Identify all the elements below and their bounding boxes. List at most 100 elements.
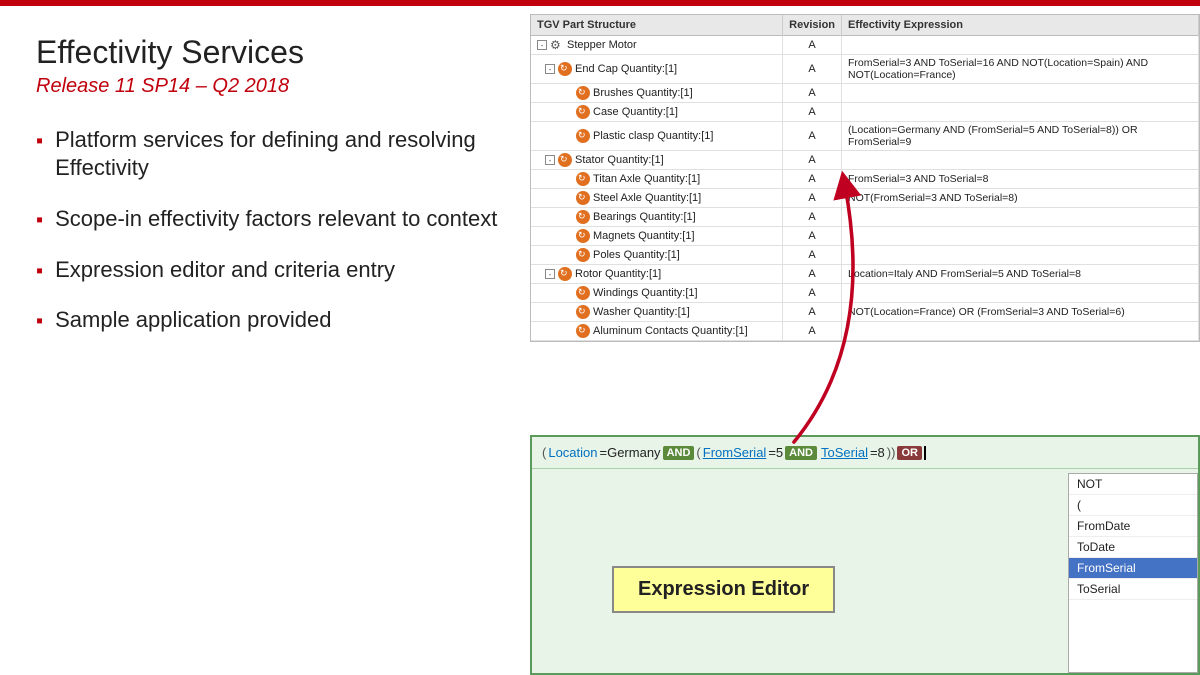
component-icon — [576, 248, 590, 262]
token-paren-open: ( — [542, 445, 546, 460]
revision-cell: A — [783, 189, 842, 208]
expression-cell — [842, 208, 1199, 227]
row-name-label: End Cap Quantity:[1] — [575, 63, 677, 75]
row-name-label: Brushes Quantity:[1] — [593, 87, 693, 99]
revision-cell: A — [783, 122, 842, 151]
revision-cell: A — [783, 36, 842, 55]
component-icon — [558, 153, 572, 167]
slide-title: Effectivity Services — [36, 34, 500, 71]
token-or: OR — [897, 446, 922, 460]
token-and-1: AND — [663, 446, 695, 460]
gear-icon: ⚙ — [550, 38, 564, 52]
expand-icon[interactable]: - — [545, 64, 555, 74]
expand-icon[interactable]: - — [545, 155, 555, 165]
table-row: Aluminum Contacts Quantity:[1]A — [531, 322, 1199, 341]
row-name-label: Rotor Quantity:[1] — [575, 268, 661, 280]
table-row: Poles Quantity:[1]A — [531, 246, 1199, 265]
token-toserial-val: =8 — [870, 445, 885, 460]
component-icon — [576, 172, 590, 186]
row-name-label: Bearings Quantity:[1] — [593, 211, 696, 223]
main-content: Effectivity Services Release 11 SP14 – Q… — [0, 6, 1200, 675]
component-icon — [576, 129, 590, 143]
table-row: Washer Quantity:[1]ANOT(Location=France)… — [531, 303, 1199, 322]
table-row: Case Quantity:[1] A — [531, 103, 1199, 122]
bullet-item-2: Scope-in effectivity factors relevant to… — [36, 205, 500, 234]
component-icon — [576, 105, 590, 119]
row-name-label: Steel Axle Quantity:[1] — [593, 192, 701, 204]
table-row: -End Cap Quantity:[1]AFromSerial=3 AND T… — [531, 55, 1199, 84]
expression-cell — [842, 322, 1199, 341]
expression-dropdown[interactable]: NOT(FromDateToDateFromSerialToSerial — [1068, 473, 1198, 673]
tgv-table-container: TGV Part Structure Revision Effectivity … — [530, 14, 1200, 342]
left-panel: Effectivity Services Release 11 SP14 – Q… — [0, 6, 530, 675]
dropdown-item[interactable]: NOT — [1069, 474, 1197, 495]
expression-cell: NOT(Location=France) OR (FromSerial=3 AN… — [842, 303, 1199, 322]
col-header-structure: TGV Part Structure — [531, 15, 783, 36]
expression-cell: (Location=Germany AND (FromSerial=5 AND … — [842, 122, 1199, 151]
revision-cell: A — [783, 284, 842, 303]
component-icon — [576, 305, 590, 319]
table-body: -⚙Stepper MotorA-End Cap Quantity:[1]AFr… — [531, 36, 1199, 341]
revision-cell: A — [783, 55, 842, 84]
expression-cell — [842, 284, 1199, 303]
component-icon — [576, 324, 590, 338]
col-header-revision: Revision — [783, 15, 842, 36]
row-name-label: Plastic clasp Quantity:[1] — [593, 130, 713, 142]
component-icon — [576, 229, 590, 243]
expression-cell — [842, 151, 1199, 170]
table-row: Titan Axle Quantity:[1]AFromSerial=3 AND… — [531, 170, 1199, 189]
token-and-2: AND — [785, 446, 817, 460]
component-icon — [576, 210, 590, 224]
revision-cell: A — [783, 227, 842, 246]
token-equals-germany: =Germany — [600, 445, 661, 460]
row-name-label: Windings Quantity:[1] — [593, 287, 698, 299]
row-name-label: Magnets Quantity:[1] — [593, 230, 695, 242]
table-row: -⚙Stepper Motor A — [531, 36, 1199, 55]
expression-cell — [842, 84, 1199, 103]
tgv-table: TGV Part Structure Revision Effectivity … — [531, 15, 1199, 341]
token-toserial: ToSerial — [821, 445, 868, 460]
row-name-label: Stepper Motor — [567, 39, 637, 51]
dropdown-item[interactable]: ToSerial — [1069, 579, 1197, 600]
table-row: Steel Axle Quantity:[1]ANOT(FromSerial=3… — [531, 189, 1199, 208]
component-icon — [558, 62, 572, 76]
revision-cell: A — [783, 208, 842, 227]
dropdown-item[interactable]: FromSerial — [1069, 558, 1197, 579]
revision-cell: A — [783, 170, 842, 189]
expand-icon[interactable]: - — [537, 40, 547, 50]
expression-cell — [842, 36, 1199, 55]
expand-icon[interactable]: - — [545, 269, 555, 279]
table-row: - Stator Quantity:[1] A — [531, 151, 1199, 170]
token-fromserial: FromSerial — [703, 445, 767, 460]
expression-cell — [842, 227, 1199, 246]
revision-cell: A — [783, 103, 842, 122]
row-name-label: Stator Quantity:[1] — [575, 154, 664, 166]
right-panel: TGV Part Structure Revision Effectivity … — [530, 6, 1200, 675]
revision-cell: A — [783, 246, 842, 265]
component-icon — [576, 191, 590, 205]
token-paren-close: )) — [887, 445, 896, 460]
revision-cell: A — [783, 303, 842, 322]
revision-cell: A — [783, 265, 842, 284]
component-icon — [576, 286, 590, 300]
table-row: Plastic clasp Quantity:[1] A(Location=Ger… — [531, 122, 1199, 151]
bullet-list: Platform services for defining and resol… — [36, 126, 500, 335]
expression-input-bar[interactable]: (Location=Germany AND (FromSerial=5 AND … — [532, 437, 1198, 469]
table-header-row: TGV Part Structure Revision Effectivity … — [531, 15, 1199, 36]
expression-editor-area: (Location=Germany AND (FromSerial=5 AND … — [530, 435, 1200, 675]
row-name-label: Titan Axle Quantity:[1] — [593, 173, 700, 185]
component-icon — [558, 267, 572, 281]
dropdown-item[interactable]: FromDate — [1069, 516, 1197, 537]
revision-cell: A — [783, 151, 842, 170]
bullet-item-4: Sample application provided — [36, 306, 500, 335]
revision-cell: A — [783, 322, 842, 341]
dropdown-item[interactable]: ( — [1069, 495, 1197, 516]
table-row: Brushes Quantity:[1] A — [531, 84, 1199, 103]
dropdown-item[interactable]: ToDate — [1069, 537, 1197, 558]
row-name-label: Case Quantity:[1] — [593, 106, 678, 118]
table-row: Bearings Quantity:[1] A — [531, 208, 1199, 227]
revision-cell: A — [783, 84, 842, 103]
table-row: -Rotor Quantity:[1]ALocation=Italy AND F… — [531, 265, 1199, 284]
cursor — [924, 446, 926, 460]
table-row: Magnets Quantity:[1] A — [531, 227, 1199, 246]
